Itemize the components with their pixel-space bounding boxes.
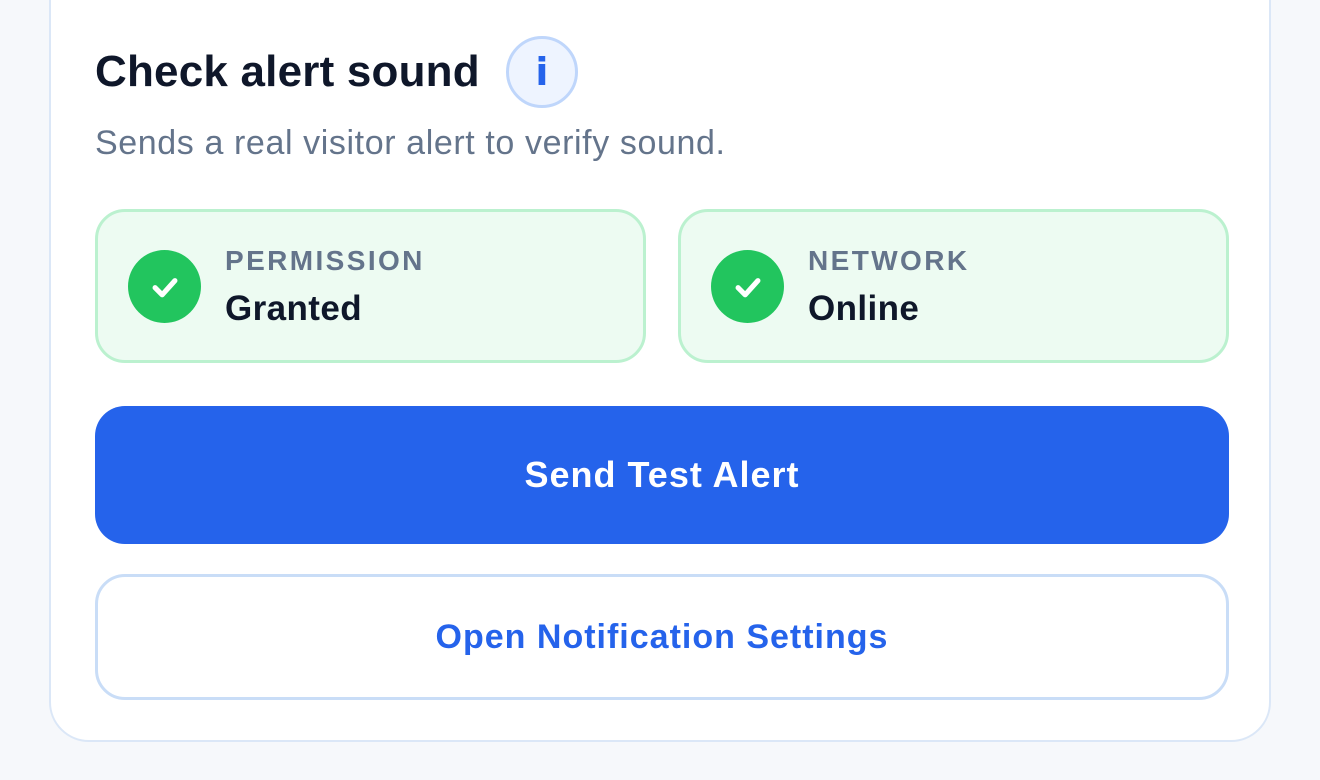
- info-icon[interactable]: i: [505, 36, 578, 108]
- card-header: Check alert sound i: [95, 36, 578, 108]
- status-value: Granted: [225, 289, 362, 328]
- card-title: Check alert sound: [95, 47, 480, 96]
- alert-sound-card: Check alert sound i Sends a real visitor…: [49, 0, 1271, 742]
- status-tile-network: NETWORK Online: [678, 209, 1229, 363]
- status-text: NETWORK Online: [808, 245, 969, 329]
- status-text: PERMISSION Granted: [225, 245, 425, 329]
- status-value: Online: [808, 289, 920, 328]
- check-circle-icon: [711, 250, 784, 323]
- status-row: PERMISSION Granted NETWORK Online: [95, 209, 1229, 363]
- send-test-alert-button[interactable]: Send Test Alert: [95, 406, 1229, 544]
- status-tile-permission: PERMISSION Granted: [95, 209, 646, 363]
- open-notification-settings-button[interactable]: Open Notification Settings: [95, 574, 1229, 700]
- check-circle-icon: [128, 250, 201, 323]
- card-subtitle: Sends a real visitor alert to verify sou…: [95, 124, 726, 162]
- status-label: NETWORK: [808, 245, 970, 276]
- status-label: PERMISSION: [225, 245, 425, 276]
